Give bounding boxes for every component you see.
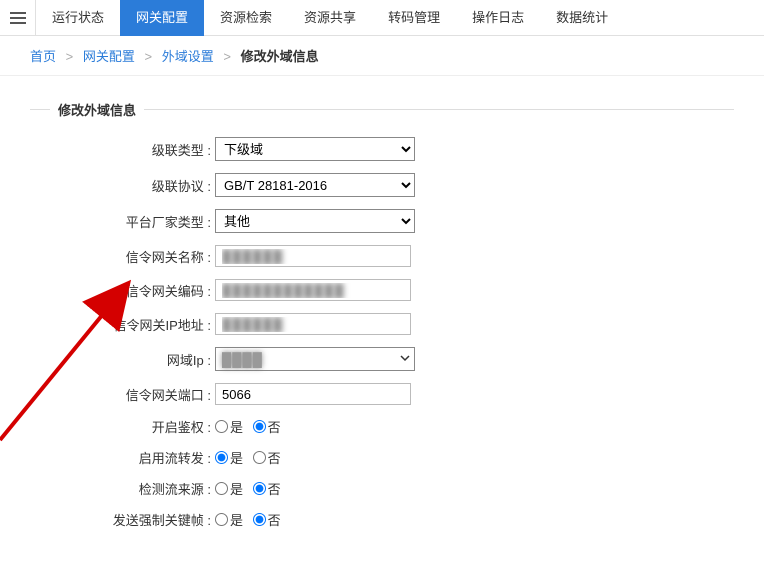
breadcrumb-gateway-config[interactable]: 网关配置 — [83, 49, 135, 64]
input-gw-ip[interactable] — [215, 313, 411, 335]
select-vendor-type[interactable]: 其他 — [215, 209, 415, 233]
label-domain-ip: 网域Ip : — [0, 350, 215, 369]
hamburger-icon[interactable] — [0, 0, 36, 35]
tab-transcode-manage[interactable]: 转码管理 — [372, 0, 456, 36]
radio-auth-no[interactable]: 否 — [253, 417, 281, 436]
select-cascade-proto[interactable]: GB/T 28181-2016 — [215, 173, 415, 197]
label-force-keyframe: 发送强制关键帧 : — [0, 510, 215, 529]
radio-detect-no[interactable]: 否 — [253, 479, 281, 498]
section-title: 修改外域信息 — [30, 100, 734, 119]
label-stream-forward: 启用流转发 : — [0, 448, 215, 467]
top-nav: 运行状态 网关配置 资源检索 资源共享 转码管理 操作日志 数据统计 — [0, 0, 764, 36]
tab-resource-search[interactable]: 资源检索 — [204, 0, 288, 36]
radio-stream-no[interactable]: 否 — [253, 448, 281, 467]
breadcrumb: 首页 > 网关配置 > 外域设置 > 修改外域信息 — [0, 36, 764, 76]
label-gw-code: 信令网关编码 : — [0, 281, 215, 300]
label-gw-ip: 信令网关IP地址 : — [0, 315, 215, 334]
tab-runtime-status[interactable]: 运行状态 — [36, 0, 120, 36]
tab-gateway-config[interactable]: 网关配置 — [120, 0, 204, 36]
combo-domain-ip[interactable]: ████ — [215, 347, 415, 371]
section-title-text: 修改外域信息 — [58, 100, 136, 119]
tab-data-stats[interactable]: 数据统计 — [540, 0, 624, 36]
select-cascade-type[interactable]: 下级域 — [215, 137, 415, 161]
chevron-down-icon — [396, 352, 414, 367]
radio-auth-yes[interactable]: 是 — [215, 417, 243, 436]
radio-stream-yes[interactable]: 是 — [215, 448, 243, 467]
input-gw-port[interactable] — [215, 383, 411, 405]
form: 级联类型 : 下级域 级联协议 : GB/T 28181-2016 平台厂家类型… — [0, 137, 764, 529]
breadcrumb-sep: > — [145, 49, 153, 64]
breadcrumb-sep: > — [223, 49, 231, 64]
breadcrumb-home[interactable]: 首页 — [30, 49, 56, 64]
radio-keyframe-no[interactable]: 否 — [253, 510, 281, 529]
input-gw-name[interactable] — [215, 245, 411, 267]
breadcrumb-sep: > — [66, 49, 74, 64]
breadcrumb-current: 修改外域信息 — [241, 49, 319, 64]
combo-domain-ip-value: ████ — [216, 352, 396, 367]
label-gw-name: 信令网关名称 : — [0, 247, 215, 266]
label-gw-port: 信令网关端口 : — [0, 385, 215, 404]
label-cascade-type: 级联类型 : — [0, 140, 215, 159]
radio-keyframe-yes[interactable]: 是 — [215, 510, 243, 529]
tab-resource-share[interactable]: 资源共享 — [288, 0, 372, 36]
breadcrumb-external-domain[interactable]: 外域设置 — [162, 49, 214, 64]
input-gw-code[interactable] — [215, 279, 411, 301]
radio-detect-yes[interactable]: 是 — [215, 479, 243, 498]
label-detect-source: 检测流来源 : — [0, 479, 215, 498]
label-cascade-proto: 级联协议 : — [0, 176, 215, 195]
label-auth-enable: 开启鉴权 : — [0, 417, 215, 436]
tab-operation-log[interactable]: 操作日志 — [456, 0, 540, 36]
label-vendor-type: 平台厂家类型 : — [0, 212, 215, 231]
